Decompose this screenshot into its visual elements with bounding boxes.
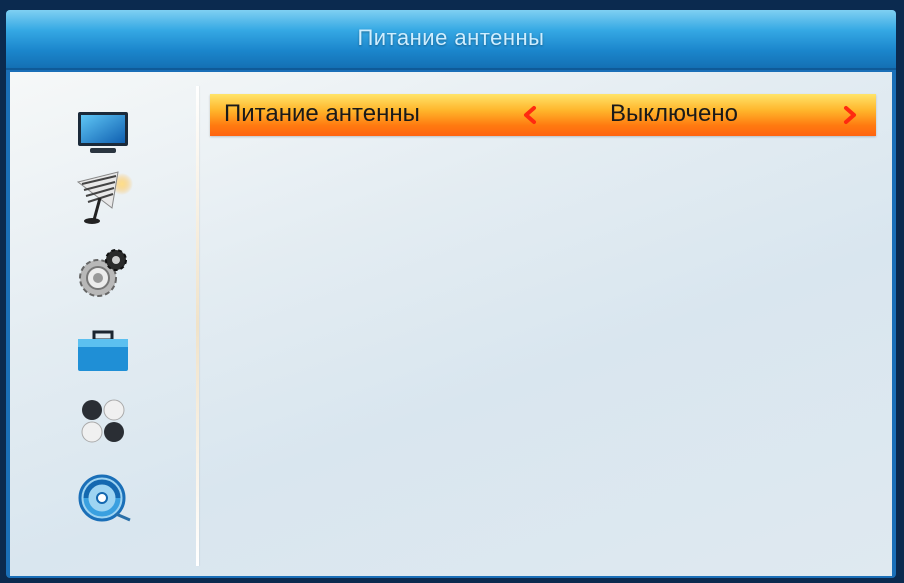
title-bar: Питание антенны [6, 10, 896, 70]
sidebar [10, 72, 190, 576]
antenna-power-label: Питание антенны [224, 100, 420, 127]
game-balls-icon [81, 399, 125, 443]
arrow-left-icon[interactable] [518, 103, 542, 127]
tv-icon [78, 112, 128, 153]
sidebar-item-tools[interactable] [72, 322, 134, 380]
antenna-power-row[interactable]: Питание антенны Выключено [210, 94, 876, 136]
content-area: Питание антенны Выключено [10, 72, 892, 576]
gear-settings-icon [79, 249, 127, 297]
tv-screen: Питание антенны Питание антенны Выключен… [6, 10, 896, 578]
sidebar-item-media[interactable] [72, 470, 134, 528]
sidebar-item-antenna[interactable] [72, 168, 134, 226]
media-disc-icon [78, 474, 131, 522]
toolbox-icon [78, 330, 128, 371]
arrow-right-icon[interactable] [838, 103, 862, 127]
sidebar-item-settings[interactable] [72, 244, 134, 302]
antenna-power-value: Выключено [610, 100, 738, 127]
sidebar-divider [196, 86, 199, 566]
sidebar-item-games[interactable] [72, 394, 134, 452]
sidebar-item-tv[interactable] [72, 102, 134, 160]
page-title: Питание антенны [357, 25, 545, 50]
satellite-dish-icon [76, 171, 133, 224]
